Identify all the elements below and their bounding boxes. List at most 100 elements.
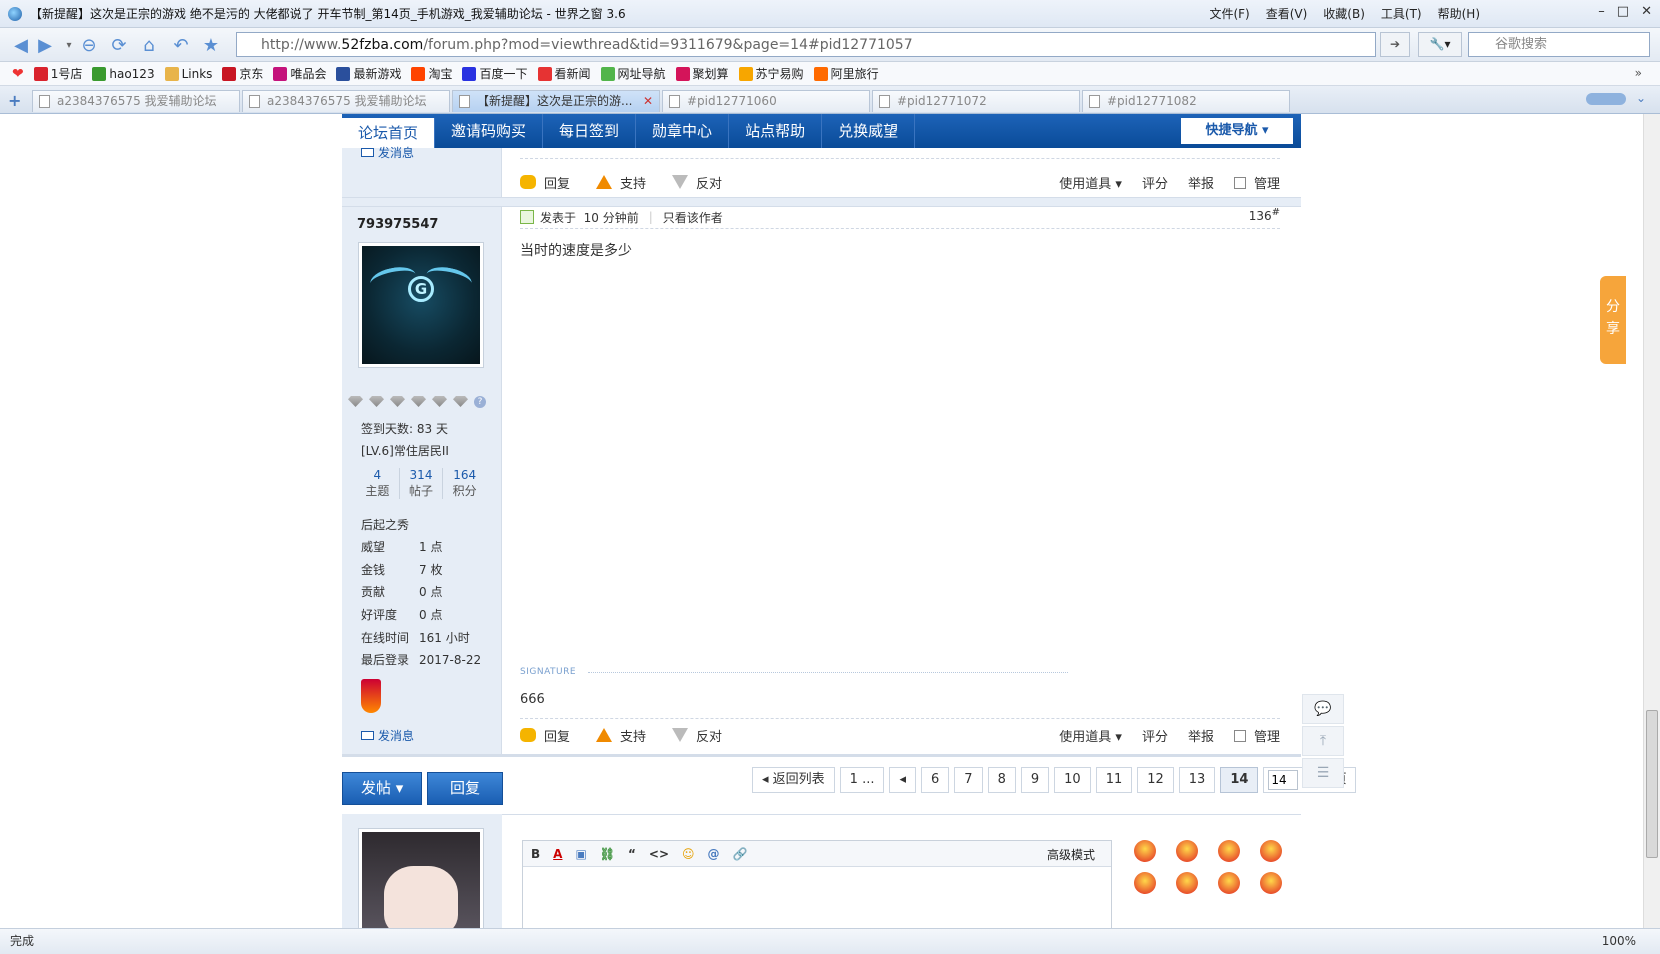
bookmark-3[interactable]: Links [164,66,212,81]
current-user-avatar[interactable] [358,828,484,928]
medal-icon[interactable] [361,679,381,713]
nav-daily-checkin[interactable]: 每日签到 [543,114,637,148]
page-link[interactable]: 11 [1095,767,1133,793]
nav-medal-center[interactable]: 勋章中心 [636,114,730,148]
oppose-action[interactable]: 反对 [672,173,722,192]
report-link[interactable]: 举报 [1188,173,1214,192]
quote-icon[interactable]: “ [628,847,636,861]
emoji-icon[interactable] [1134,840,1156,862]
tab-1[interactable]: a2384376575 我爱辅助论坛 [32,90,240,112]
tab-4[interactable]: #pid12771060 [662,90,870,112]
menu-file[interactable]: 文件(F) [1209,5,1249,22]
code-icon[interactable]: <> [649,847,669,861]
back-to-top-icon[interactable]: ⤒ [1302,726,1344,756]
page-link[interactable]: 7 [954,767,983,793]
image-icon[interactable]: ▣ [575,847,586,861]
menu-tools[interactable]: 工具(T) [1381,5,1422,22]
bookmark-11[interactable]: 聚划算 [675,65,729,82]
only-author-link[interactable]: 只看该作者 [663,209,723,226]
use-tool-dropdown[interactable]: 使用道具 ▾ [1059,726,1122,745]
search-input[interactable]: 谷歌搜索 [1468,32,1650,57]
home-icon[interactable]: ⌂ [138,34,160,56]
bookmark-1[interactable]: 1号店 [33,65,82,82]
favorites-heart-icon[interactable]: ❤ [12,66,24,82]
menu-favorites[interactable]: 收藏(B) [1323,5,1365,22]
reply-editor[interactable]: B A ▣ ⛓ “ <> ☺ @ 🔗 高级模式 [522,840,1112,928]
emoji-icon[interactable] [1134,872,1156,894]
prev-send-message-link[interactable]: 发消息 [361,144,414,161]
emoji-icon[interactable] [1218,840,1240,862]
bookmark-12[interactable]: 苏宁易购 [738,65,804,82]
emoji-icon[interactable] [1218,872,1240,894]
undo-close-icon[interactable]: ↶ [170,34,192,56]
stop-icon[interactable]: ⊖ [78,34,100,56]
report-link[interactable]: 举报 [1188,726,1214,745]
menu-help[interactable]: 帮助(H) [1438,5,1480,22]
close-tab-icon[interactable]: ✕ [643,91,653,111]
smiley-icon[interactable]: ☺ [682,847,695,861]
page-link[interactable]: 6 [921,767,950,793]
favorite-star-icon[interactable]: ★ [200,34,222,56]
nav-invite-code[interactable]: 邀请码购买 [435,114,544,148]
tab-5[interactable]: #pid12771072 [872,90,1080,112]
quick-nav-button[interactable]: 快捷导航 ▾ [1181,118,1293,144]
stat-points[interactable]: 164 积分 [443,468,486,499]
history-dropdown-icon[interactable]: ▾ [58,34,80,56]
scrollbar-thumb[interactable] [1646,710,1658,858]
back-icon[interactable]: ◀ [10,34,32,56]
bookmark-5[interactable]: 唯品会 [273,65,326,82]
menu-view[interactable]: 查看(V) [1266,5,1308,22]
author-username[interactable]: 793975547 [357,217,438,232]
author-avatar[interactable]: G [358,242,484,368]
font-color-icon[interactable]: A [553,847,562,861]
go-button[interactable]: ➔ [1380,32,1410,57]
tab-3-active[interactable]: 【新提醒】这次是正宗的游... ✕ [452,90,660,112]
bookmark-7[interactable]: 淘宝 [411,65,452,82]
attachment-icon[interactable]: 🔗 [733,847,748,861]
emoji-icon[interactable] [1260,840,1282,862]
bookmark-8[interactable]: 百度一下 [462,65,528,82]
support-action[interactable]: 支持 [596,726,646,745]
send-message-link[interactable]: 发消息 [361,727,414,744]
page-link[interactable]: 13 [1178,767,1216,793]
nav-exchange-prestige[interactable]: 兑换威望 [822,114,916,148]
minimize-button[interactable]: – [1598,4,1605,19]
emoji-icon[interactable] [1260,872,1282,894]
reply-action[interactable]: 回复 [520,726,570,745]
emoji-icon[interactable] [1176,840,1198,862]
nav-site-help[interactable]: 站点帮助 [729,114,823,148]
page-prev[interactable]: ◂ [889,767,917,793]
vertical-scrollbar[interactable] [1643,114,1660,928]
bookmark-4[interactable]: 京东 [222,65,263,82]
bookmark-6[interactable]: 最新游戏 [336,65,401,82]
tab-6[interactable]: #pid12771082 [1082,90,1290,112]
bookmark-10[interactable]: 网址导航 [600,65,666,82]
floor-number[interactable]: 136# [1249,207,1280,223]
refresh-icon[interactable]: ⟳ [108,34,130,56]
page-link[interactable]: 10 [1054,767,1091,793]
stat-threads[interactable]: 4 主题 [356,468,400,499]
reply-button[interactable]: 回复 [427,772,503,805]
back-to-list-button[interactable]: ◂ 返回列表 [752,767,835,793]
mention-icon[interactable]: @ [708,847,720,861]
manage-checkbox[interactable]: 管理 [1233,726,1280,745]
page-link[interactable]: 12 [1137,767,1174,793]
tab-scroll-icon[interactable] [1586,93,1626,105]
page-link[interactable]: 8 [987,767,1016,793]
emoji-icon[interactable] [1176,872,1198,894]
stat-posts[interactable]: 314 帖子 [400,468,444,499]
rate-link[interactable]: 评分 [1142,173,1168,192]
use-tool-dropdown[interactable]: 使用道具 ▾ [1059,173,1122,192]
bookmark-13[interactable]: 阿里旅行 [813,65,879,82]
bookmark-9[interactable]: 看新闻 [537,65,591,82]
rate-link[interactable]: 评分 [1142,726,1168,745]
manage-checkbox[interactable]: 管理 [1233,173,1280,192]
help-icon[interactable]: ? [474,396,486,408]
tab-2[interactable]: a2384376575 我爱辅助论坛 [242,90,450,112]
reply-action[interactable]: 回复 [520,173,570,192]
user-level[interactable]: [LV.6]常住居民II [361,442,449,459]
list-icon[interactable]: ☰ [1302,758,1344,788]
maximize-button[interactable]: □ [1617,4,1629,19]
bold-icon[interactable]: B [531,847,540,861]
page-first[interactable]: 1 ... [839,767,885,793]
